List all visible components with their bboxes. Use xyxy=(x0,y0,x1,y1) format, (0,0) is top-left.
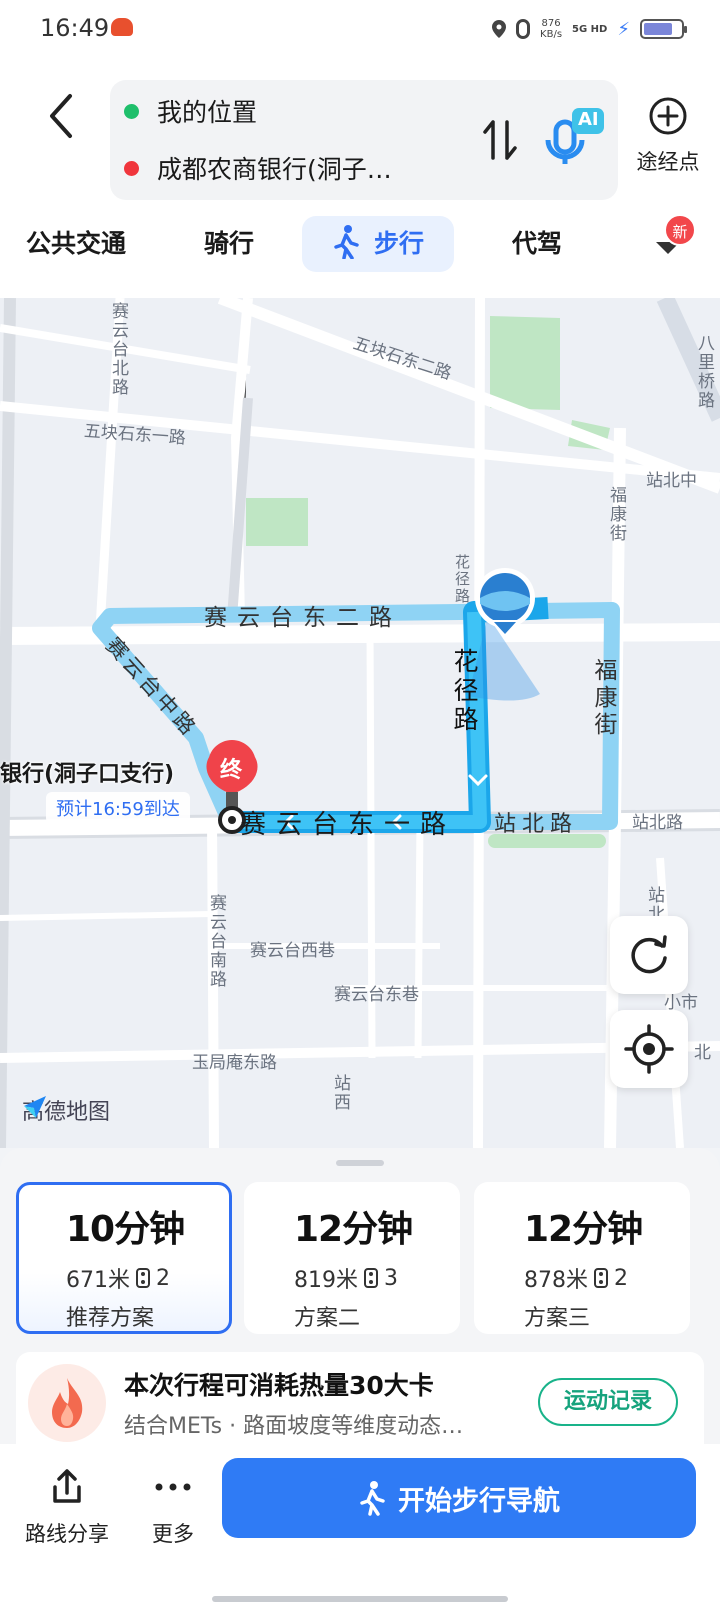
home-indicator[interactable] xyxy=(212,1596,508,1602)
share-route-button[interactable]: 路线分享 xyxy=(22,1464,112,1548)
destination-field[interactable]: 成都农商银行(洞子… xyxy=(124,140,392,196)
ai-badge: AI xyxy=(578,109,599,130)
map-road-label: 八里桥路 xyxy=(694,334,714,410)
calorie-title: 本次行程可消耗热量30大卡 xyxy=(124,1371,434,1400)
ai-voice-button[interactable]: AI xyxy=(540,100,608,180)
flame-icon xyxy=(28,1364,106,1442)
map-road-label: 花径路 xyxy=(450,648,479,735)
back-button[interactable] xyxy=(40,88,84,144)
map-logo: 高德地图 xyxy=(22,1094,110,1126)
start-label: 开始步行导航 xyxy=(398,1485,560,1517)
amap-logo-icon xyxy=(24,1096,46,1118)
add-waypoint-button[interactable]: 途经点 xyxy=(628,96,708,176)
mic-status-icon xyxy=(516,19,531,39)
share-label: 路线分享 xyxy=(25,1522,109,1546)
map-road-label: 赛云台北路 xyxy=(108,302,128,397)
plan-tag: 方案二 xyxy=(294,1306,361,1331)
crosshair-icon xyxy=(624,1024,674,1074)
status-time: 16:49 xyxy=(40,14,110,42)
map-road-label: 赛云台西巷 xyxy=(250,941,335,961)
status-icons: 876 KB/s 5G HD ⚡ xyxy=(492,14,687,44)
map-road-label: 赛云台东一路 xyxy=(240,810,457,840)
route-header: 我的位置 成都农商银行(洞子… AI 途经点 公共交通 骑行 步行 代驾 新 xyxy=(0,58,720,298)
plan-card-1[interactable]: 10分钟 671米 2 推荐方案 xyxy=(16,1182,232,1334)
status-bar: 16:49 876 KB/s 5G HD ⚡ xyxy=(0,0,720,58)
new-badge: 新 xyxy=(664,214,696,246)
sheet-handle[interactable] xyxy=(336,1160,384,1166)
more-label: 更多 xyxy=(152,1522,194,1546)
plan-distance: 819米 xyxy=(294,1268,358,1293)
traffic-light-icon xyxy=(136,1268,150,1288)
plan-tag: 方案三 xyxy=(524,1306,591,1331)
origin-text: 我的位置 xyxy=(157,98,258,127)
action-bar: 路线分享 更多 开始步行导航 xyxy=(0,1444,720,1612)
plan-meta: 819米 3 xyxy=(294,1262,460,1294)
origin-field[interactable]: 我的位置 xyxy=(124,83,257,139)
plan-time: 10分钟 xyxy=(66,1209,185,1250)
refresh-button[interactable] xyxy=(610,916,688,994)
plan-time: 12分钟 xyxy=(524,1209,643,1250)
eta-label: 预计16:59到达 xyxy=(46,792,190,824)
plan-lights: 2 xyxy=(156,1265,170,1291)
route-input-box: 我的位置 成都农商银行(洞子… AI xyxy=(110,80,618,200)
location-icon xyxy=(492,20,507,38)
plan-time: 12分钟 xyxy=(294,1209,413,1250)
network-speed: 876 KB/s xyxy=(540,18,563,40)
destination-dot-icon xyxy=(124,160,139,176)
tab-transit[interactable]: 公共交通 xyxy=(26,216,126,272)
traffic-light-icon xyxy=(594,1268,608,1288)
notification-icon xyxy=(111,18,133,36)
plan-distance: 671米 xyxy=(66,1268,130,1293)
map-road-label: 站北路 xyxy=(494,812,579,837)
map-road-label: 福康街 xyxy=(606,486,626,543)
destination-map-label: 银行(洞子口支行) xyxy=(0,762,175,787)
plan-distance: 878米 xyxy=(524,1268,588,1293)
map-road-label: 赛云台东巷 xyxy=(334,985,419,1005)
map-road-label: 站西 xyxy=(330,1074,350,1112)
park-area xyxy=(490,316,560,410)
map-road-label: 赛云台东二路 xyxy=(204,605,402,631)
more-button[interactable]: 更多 xyxy=(138,1464,208,1548)
map-road-label: 北 xyxy=(694,1043,711,1063)
battery-icon xyxy=(640,19,687,39)
map-road-label: 花径路 xyxy=(453,554,471,605)
swap-icon[interactable] xyxy=(480,112,520,168)
share-icon xyxy=(53,1469,81,1503)
map-road-label: 站北中 xyxy=(646,471,697,491)
walk-icon xyxy=(334,225,359,260)
plan-lights: 3 xyxy=(384,1265,398,1291)
start-walk-navigation-button[interactable]: 开始步行导航 xyxy=(222,1458,696,1538)
waypoint-label: 途经点 xyxy=(636,150,700,174)
destination-text: 成都农商银行(洞子… xyxy=(157,155,392,184)
tab-walk-label: 步行 xyxy=(373,229,424,258)
origin-dot-icon xyxy=(124,103,139,119)
plan-tag: 推荐方案 xyxy=(66,1306,155,1331)
walk-icon xyxy=(360,1481,385,1516)
locate-button[interactable] xyxy=(610,1010,688,1088)
refresh-icon xyxy=(631,935,667,974)
calorie-subtitle: 结合METs · 路面坡度等维度动态… xyxy=(124,1414,464,1439)
map-road-label: 福康街 xyxy=(590,658,616,739)
plan-meta: 878米 2 xyxy=(524,1262,690,1294)
map-road-label: 玉局庵东路 xyxy=(192,1053,277,1073)
more-dots-icon xyxy=(155,1483,191,1491)
add-circle-icon xyxy=(649,97,687,135)
charging-icon: ⚡ xyxy=(617,18,630,40)
park-area xyxy=(246,498,308,546)
plan-card-2[interactable]: 12分钟 819米 3 方案二 xyxy=(244,1182,460,1334)
tab-bike[interactable]: 骑行 xyxy=(204,216,254,272)
plan-meta: 671米 2 xyxy=(66,1262,229,1294)
network-type: 5G HD xyxy=(572,23,608,35)
tab-drive[interactable]: 代驾 xyxy=(512,216,562,272)
plan-card-3[interactable]: 12分钟 878米 2 方案三 xyxy=(474,1182,690,1334)
exercise-record-button[interactable]: 运动记录 xyxy=(538,1378,678,1426)
traffic-light-icon xyxy=(364,1268,378,1288)
map-view[interactable]: 五块石东二路 五块石东一路 赛云台北路 站北中 福康街 花径路 八里桥路 赛云台… xyxy=(0,298,720,1148)
map-road-label: 赛云台南路 xyxy=(206,894,226,989)
mode-tabs: 公共交通 骑行 步行 代驾 新 xyxy=(0,214,720,276)
map-road-label: 站北路 xyxy=(632,813,683,833)
tab-walk[interactable]: 步行 xyxy=(302,216,454,272)
end-marker-label: 终 xyxy=(220,758,243,783)
plan-lights: 2 xyxy=(614,1265,628,1291)
